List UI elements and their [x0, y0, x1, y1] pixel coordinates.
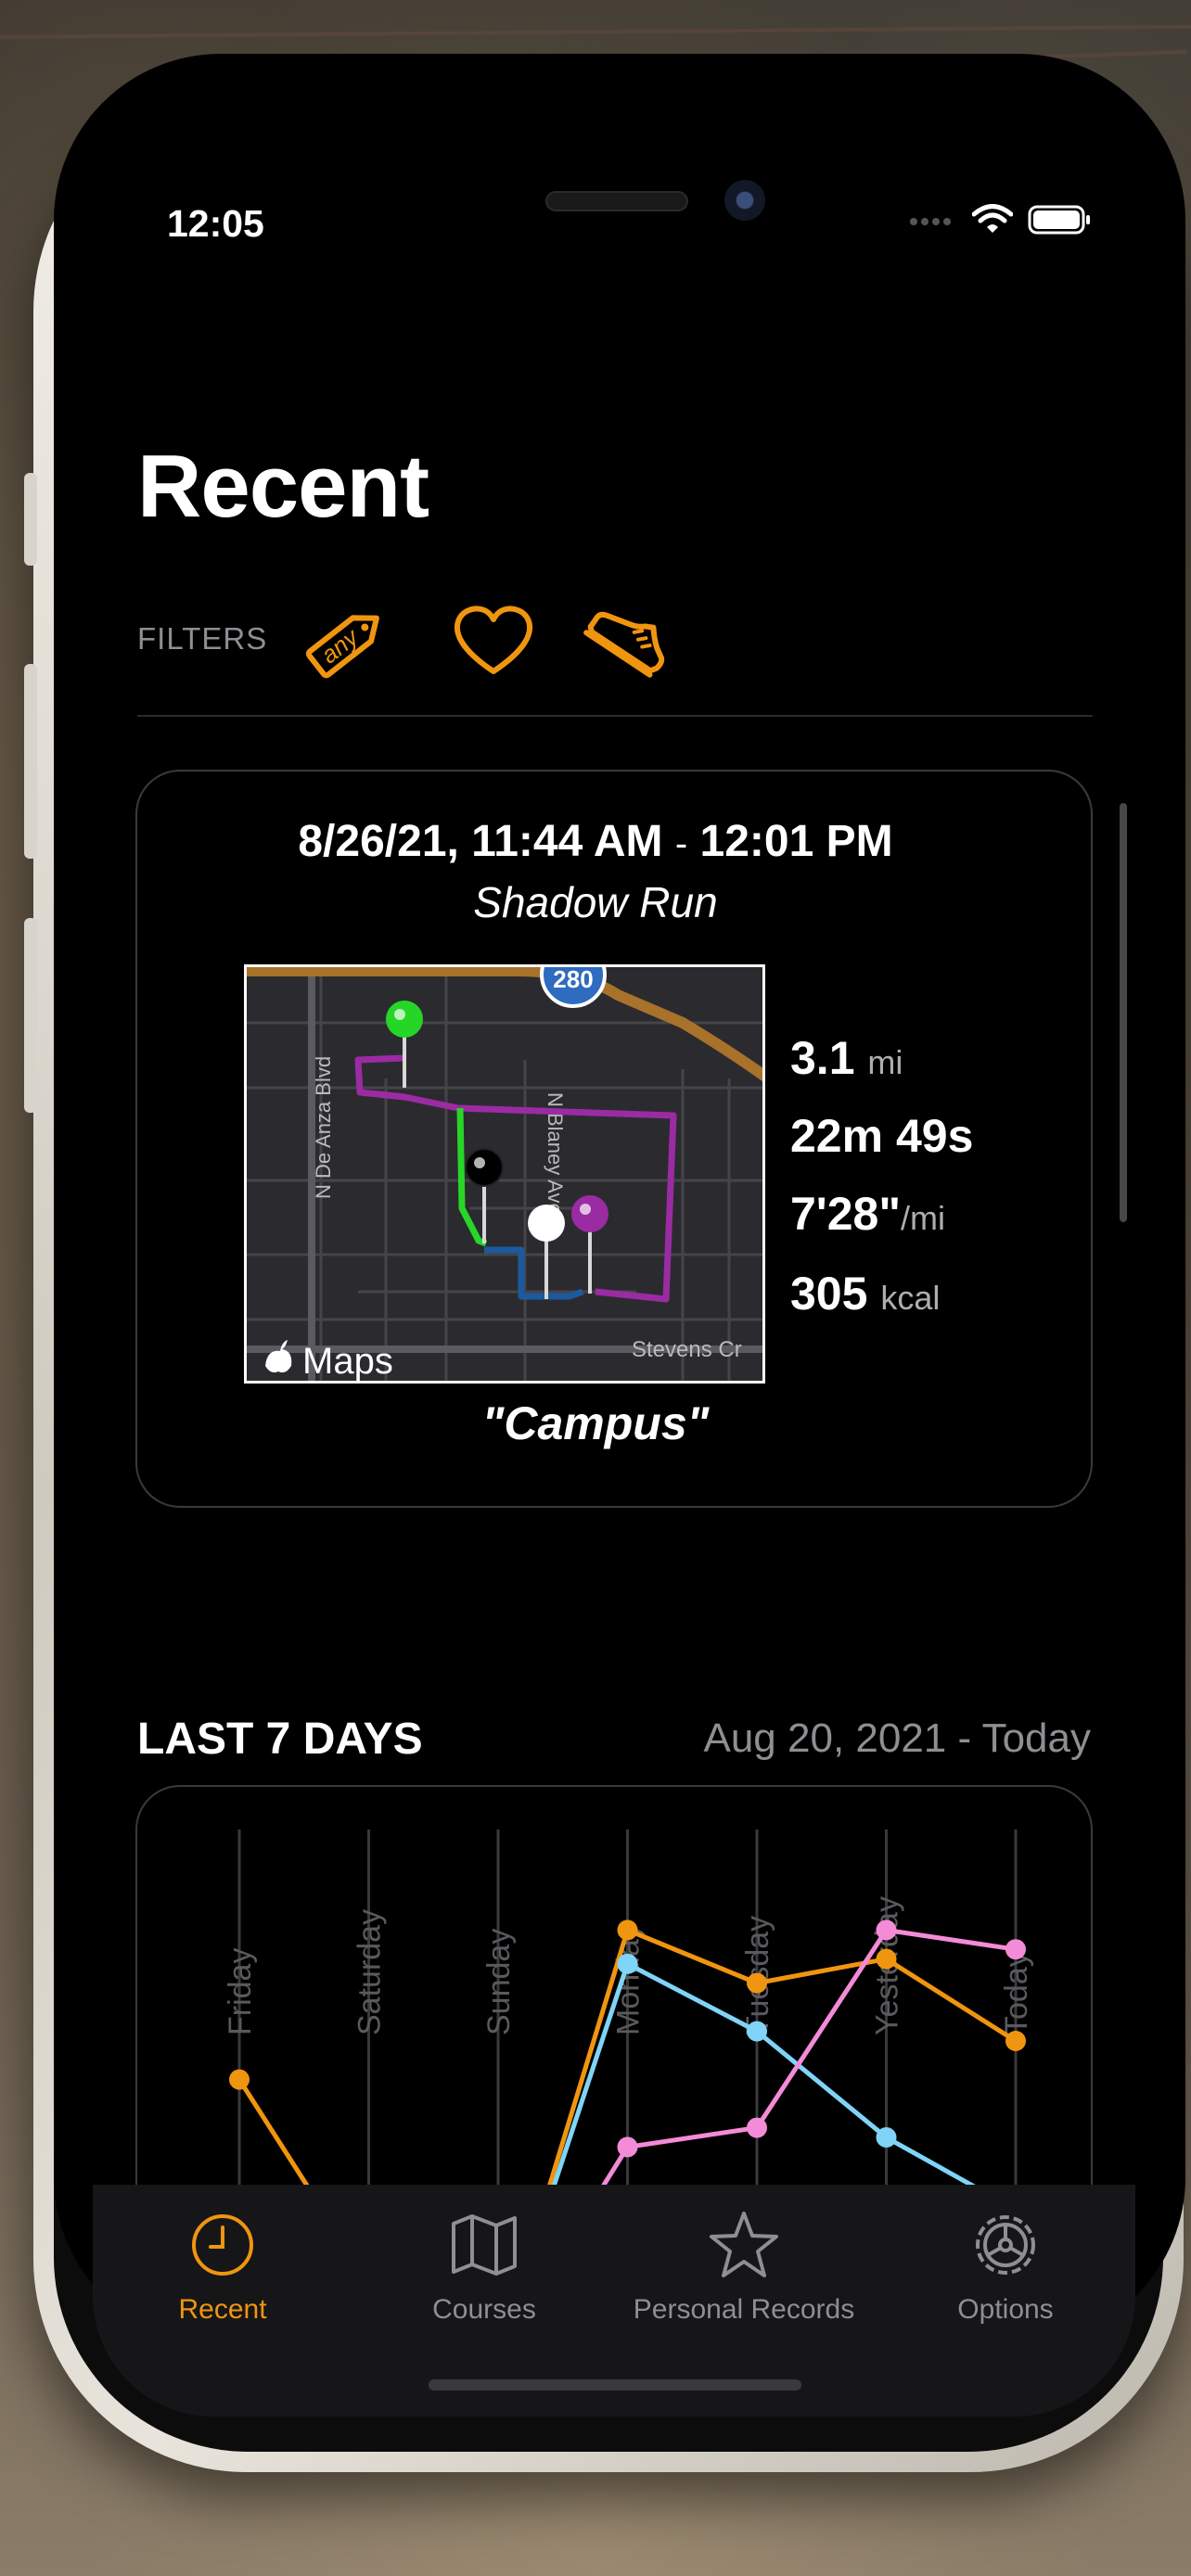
stat-duration: 22m 49s [790, 1109, 973, 1163]
tab-label: Personal Records [633, 2294, 855, 2325]
chart-day-label: Friday [223, 1948, 258, 2035]
stat-unit: mi [867, 1043, 903, 1081]
filters-label: FILTERS [137, 621, 268, 656]
battery-icon [1028, 205, 1090, 235]
filter-favorite-button[interactable] [447, 593, 540, 686]
stat-unit: /mi [901, 1199, 946, 1237]
run-subtitle: Shadow Run [473, 878, 718, 926]
chart-point [617, 1953, 638, 1974]
run-end-time: 12:01 PM [699, 817, 893, 866]
front-camera [724, 180, 765, 221]
star-icon [710, 2212, 778, 2277]
route-map-canvas: 280 N De Anza Blvd N Blaney Ave Stevens … [247, 967, 762, 1382]
last7-date-range: Aug 20, 2021 - Today [703, 1715, 1091, 1761]
filter-shoe-button[interactable] [583, 593, 675, 686]
chart-point [876, 1919, 897, 1941]
stat-value: 7'28" [790, 1188, 902, 1240]
run-time-range: 8/26/21, 11:44 AM - 12:01 PM [0, 816, 1191, 867]
wifi-icon [972, 204, 1013, 233]
chart-point [1005, 2031, 1026, 2051]
run-time-separator: - [674, 823, 688, 864]
stat-value: 22m 49s [790, 1110, 974, 1162]
route-map[interactable]: 280 N De Anza Blvd N Blaney Ave Stevens … [244, 964, 765, 1384]
chart-point [747, 2021, 767, 2042]
svg-text:any: any [315, 622, 365, 670]
chart-point [1005, 1939, 1026, 1960]
chart-point [747, 1972, 767, 1994]
chart-point [747, 2117, 767, 2138]
course-name: "Campus" [481, 1397, 710, 1449]
filter-any-tag-button[interactable]: any [302, 593, 395, 686]
tab-personal-records[interactable]: Personal Records [614, 2209, 874, 2326]
map-icon [452, 2214, 517, 2276]
stat-pace: 7'28"/mi [790, 1187, 945, 1241]
stat-unit: kcal [880, 1279, 941, 1317]
tab-options[interactable]: Options [876, 2209, 1135, 2326]
chart-day-label: Today [999, 1951, 1034, 2035]
cellular-signal-icon [910, 218, 951, 225]
last7-title: LAST 7 DAYS [137, 1715, 423, 1764]
earpiece-speaker [545, 191, 688, 211]
mute-switch [24, 473, 37, 566]
tag-icon: any [305, 615, 379, 679]
filters-divider [137, 715, 1093, 717]
status-time: 12:05 [167, 202, 264, 245]
chart-day-label: Sunday [481, 1929, 517, 2035]
page-title: Recent [137, 437, 429, 536]
last7-chart: FridaySaturdaySundayMondayTuesdayYesterd… [223, 1830, 1034, 2185]
svg-text:Maps: Maps [302, 1341, 393, 1382]
tab-label: Courses [432, 2294, 536, 2325]
chart-point [617, 2136, 638, 2158]
tab-label: Options [957, 2294, 1054, 2325]
svg-text:N De Anza Blvd: N De Anza Blvd [312, 1056, 335, 1199]
chart-point [229, 2069, 250, 2090]
stat-value: 305 [790, 1268, 868, 1320]
clock-icon [192, 2214, 253, 2276]
tab-courses[interactable]: Courses [354, 2209, 614, 2326]
running-shoe-icon [583, 611, 665, 678]
chart-point [876, 2127, 897, 2148]
tab-label: Recent [178, 2294, 267, 2325]
volume-down-button [24, 918, 37, 1113]
chart-day-label: Saturday [352, 1909, 388, 2035]
heart-icon [455, 606, 532, 674]
chart-point [617, 1919, 638, 1941]
run-start-time: 8/26/21, 11:44 AM [298, 817, 663, 866]
stat-calories: 305 kcal [790, 1267, 940, 1320]
gear-icon [976, 2215, 1035, 2275]
tab-recent[interactable]: Recent [93, 2209, 352, 2326]
svg-text:280: 280 [553, 967, 593, 993]
stat-value: 3.1 [790, 1032, 855, 1084]
svg-text:Stevens Cr: Stevens Cr [632, 1337, 742, 1362]
status-icons [909, 204, 1093, 236]
chart-point [876, 1948, 897, 1970]
stat-distance: 3.1 mi [790, 1031, 903, 1085]
scroll-indicator[interactable] [1120, 803, 1127, 1222]
home-indicator[interactable] [429, 2379, 801, 2391]
